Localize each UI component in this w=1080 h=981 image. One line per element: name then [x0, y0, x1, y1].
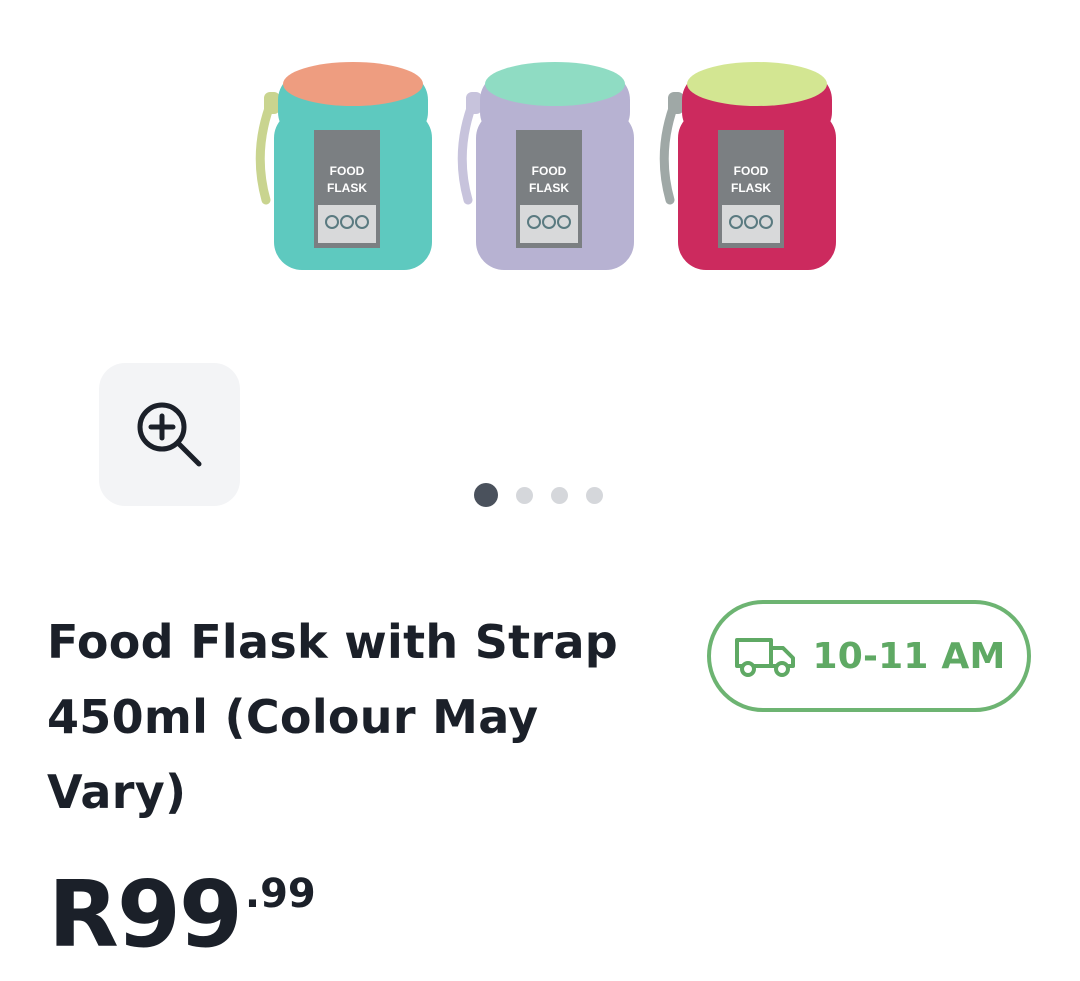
svg-text:FOOD: FOOD	[734, 164, 769, 178]
image-carousel-dots	[474, 483, 603, 507]
product-image[interactable]: FOOD FLASK FOOD FLASK FOOD FLASK	[240, 40, 840, 290]
delivery-time-badge: 10-11 AM	[707, 600, 1031, 712]
zoom-in-icon	[137, 402, 201, 466]
flask-1: FOOD FLASK	[255, 62, 432, 270]
product-price: R99 .99	[48, 860, 316, 970]
carousel-dot-3[interactable]	[551, 486, 568, 504]
svg-text:FLASK: FLASK	[731, 181, 771, 195]
svg-text:FOOD: FOOD	[330, 164, 365, 178]
product-title: Food Flask with Strap 450ml (Colour May …	[47, 615, 619, 819]
delivery-window-text: 10-11 AM	[812, 635, 1006, 677]
price-cents: .99	[244, 871, 316, 917]
svg-text:FOOD: FOOD	[532, 164, 567, 178]
price-main: R99	[48, 861, 243, 968]
carousel-dot-2[interactable]	[516, 486, 533, 504]
flask-2: FOOD FLASK	[457, 62, 634, 270]
svg-text:FLASK: FLASK	[529, 181, 569, 195]
delivery-truck-icon	[734, 638, 795, 677]
flask-3: FOOD FLASK	[659, 62, 836, 270]
svg-text:FLASK: FLASK	[327, 181, 367, 195]
carousel-dot-1[interactable]	[474, 483, 498, 507]
zoom-button[interactable]	[99, 363, 240, 506]
food-flask-image: FOOD FLASK FOOD FLASK FOOD FLASK	[255, 62, 836, 270]
carousel-dot-4[interactable]	[586, 486, 603, 504]
